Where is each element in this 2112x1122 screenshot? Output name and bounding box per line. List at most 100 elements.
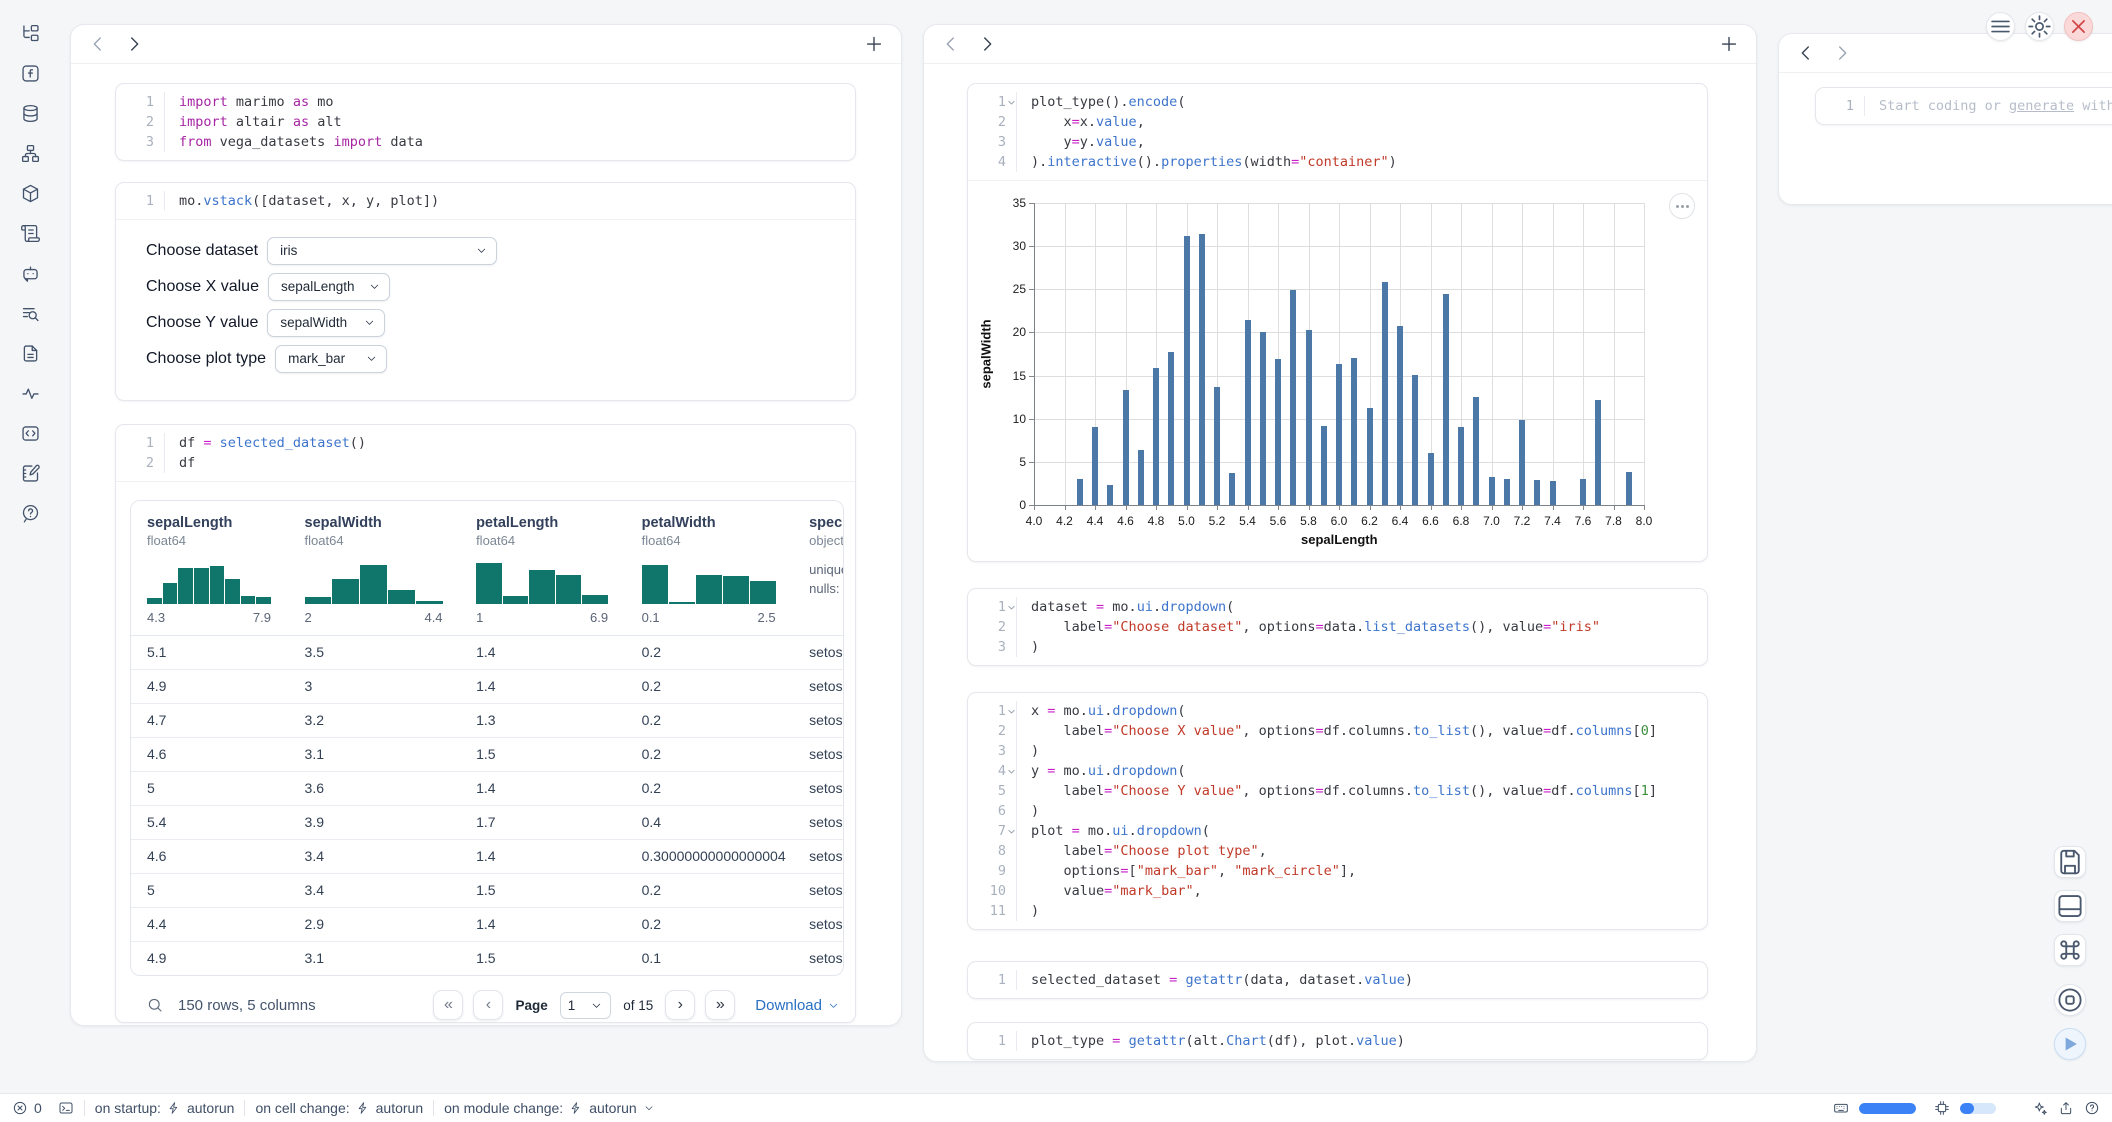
keyboard-shortcuts-button[interactable] — [1833, 1100, 1849, 1116]
code-cell-imports[interactable]: 1import marimo as mo2import altair as al… — [115, 83, 856, 161]
package-icon[interactable] — [13, 180, 47, 206]
help-icon[interactable] — [13, 500, 47, 526]
fold-toggle[interactable] — [1007, 707, 1016, 716]
fold-toggle[interactable] — [1007, 603, 1016, 612]
table-row[interactable]: 4.42.91.40.2setosa — [131, 908, 843, 942]
menu-button[interactable] — [1986, 12, 2015, 41]
error-indicator[interactable]: 0 — [12, 1100, 42, 1116]
altair-chart[interactable]: 4.04.24.44.64.85.05.25.45.65.86.06.26.46… — [968, 181, 1709, 561]
table-row[interactable]: 53.61.40.2setosa — [131, 772, 843, 806]
settings-button[interactable] — [2025, 12, 2054, 41]
activity-icon[interactable] — [13, 380, 47, 406]
app-view-button[interactable] — [2054, 890, 2086, 922]
line-number: 1 — [976, 701, 1017, 721]
documentation-icon[interactable] — [13, 340, 47, 366]
y-value-select[interactable]: sepalWidth — [267, 309, 385, 337]
code-cell-df[interactable]: 1df = selected_dataset()2df sepalLengthf… — [115, 424, 856, 1023]
scroll-left-button[interactable] — [87, 33, 109, 55]
scroll-right-button[interactable] — [123, 33, 145, 55]
line-number: 1 — [976, 970, 1017, 990]
table-cell: 0.2 — [626, 670, 794, 703]
on-module-change-setting[interactable]: on module change: autorun — [444, 1100, 655, 1116]
first-page-button[interactable]: « — [433, 990, 463, 1020]
table-cell: 4.6 — [131, 840, 289, 873]
file-tree-icon[interactable] — [13, 20, 47, 46]
close-panel-button[interactable] — [2064, 12, 2093, 41]
download-button[interactable]: Download — [755, 997, 840, 1014]
table-cell: 1.4 — [460, 908, 626, 941]
stop-button[interactable] — [2054, 984, 2086, 1016]
save-button[interactable] — [2054, 846, 2086, 878]
chevron-down-icon — [643, 1102, 655, 1114]
add-column-button[interactable] — [1718, 33, 1740, 55]
code-cell-plot-type[interactable]: 1plot_type = getattr(alt.Chart(df), plot… — [967, 1022, 1708, 1060]
chevron-down-icon — [827, 999, 840, 1012]
dataset-select[interactable]: iris — [267, 237, 497, 265]
fold-toggle[interactable] — [1007, 827, 1016, 836]
code-cell-selected-dataset[interactable]: 1selected_dataset = getattr(data, datase… — [967, 961, 1708, 999]
database-icon[interactable] — [13, 100, 47, 126]
terminal-button[interactable] — [58, 1100, 74, 1116]
column-name[interactable]: sepalWidth — [305, 515, 461, 531]
column-min: 2 — [305, 610, 312, 625]
scratchpad-icon[interactable] — [13, 460, 47, 486]
cpu-indicator[interactable] — [1934, 1100, 1950, 1116]
scroll-left-button[interactable] — [940, 33, 962, 55]
column-name[interactable]: species — [809, 515, 843, 531]
table-row[interactable]: 5.13.51.40.2setosa — [131, 636, 843, 670]
code-cell-vstack[interactable]: 1mo.vstack([dataset, x, y, plot]) Choose… — [115, 182, 856, 401]
help-button[interactable] — [2084, 1100, 2100, 1116]
layout-icon — [2055, 891, 2085, 921]
table-cell: 0.1 — [626, 942, 794, 975]
on-cell-change-setting[interactable]: on cell change: autorun — [255, 1100, 423, 1116]
run-all-button[interactable] — [2054, 1028, 2086, 1060]
snippets-icon[interactable] — [13, 420, 47, 446]
dependency-graph-icon[interactable] — [13, 140, 47, 166]
column-dtype: float64 — [476, 533, 626, 548]
scroll-left-button[interactable] — [1795, 42, 1817, 64]
chart-menu-button[interactable] — [1669, 193, 1695, 219]
plot-type-select[interactable]: mark_bar — [275, 345, 387, 373]
page-count: of 15 — [623, 998, 653, 1013]
table-row[interactable]: 4.93.11.50.1setosa — [131, 942, 843, 975]
table-row[interactable]: 4.73.21.30.2setosa — [131, 704, 843, 738]
logs-icon[interactable] — [13, 220, 47, 246]
code-cell-dataset[interactable]: 1dataset = mo.ui.dropdown(2 label="Choos… — [967, 588, 1708, 666]
scroll-right-button[interactable] — [976, 33, 998, 55]
command-palette-button[interactable] — [2054, 934, 2086, 966]
last-page-button[interactable]: » — [705, 990, 735, 1020]
add-column-button[interactable] — [863, 33, 885, 55]
table-row[interactable]: 4.63.11.50.2setosa — [131, 738, 843, 772]
share-button[interactable] — [2058, 1100, 2074, 1116]
fold-toggle[interactable] — [1007, 767, 1016, 776]
table-cell: setosa — [793, 874, 843, 907]
table-row[interactable]: 4.63.41.40.30000000000000004setosa — [131, 840, 843, 874]
page-select[interactable]: 1 — [560, 992, 612, 1019]
chevron-down-icon — [363, 316, 376, 329]
column-name[interactable]: petalWidth — [642, 515, 794, 531]
column-name[interactable]: sepalLength — [147, 515, 289, 531]
prev-page-button[interactable]: ‹ — [473, 990, 503, 1020]
table-cell: 4.7 — [131, 704, 289, 737]
cpu-meter[interactable] — [1960, 1103, 1996, 1114]
table-row[interactable]: 53.41.50.2setosa — [131, 874, 843, 908]
ai-button[interactable] — [2032, 1100, 2048, 1116]
code-cell-xyplot[interactable]: 1x = mo.ui.dropdown(2 label="Choose X va… — [967, 692, 1708, 930]
list-search-icon[interactable] — [13, 300, 47, 326]
line-number: 1 — [976, 92, 1017, 112]
scroll-right-button[interactable] — [1831, 42, 1853, 64]
table-row[interactable]: 4.931.40.2setosa — [131, 670, 843, 704]
column-name[interactable]: petalLength — [476, 515, 626, 531]
chat-bot-icon[interactable] — [13, 260, 47, 286]
chart-bar — [1580, 479, 1586, 505]
scratch-cell[interactable]: 1Start coding or generate with — [1815, 87, 2112, 125]
x-value-select[interactable]: sepalLength — [268, 273, 390, 301]
code-cell-chart[interactable]: 1plot_type().encode(2 x=x.value,3 y=y.va… — [967, 83, 1708, 562]
next-page-button[interactable]: › — [665, 990, 695, 1020]
on-startup-setting[interactable]: on startup: autorun — [95, 1100, 235, 1116]
functions-icon[interactable] — [13, 60, 47, 86]
memory-meter[interactable] — [1859, 1103, 1916, 1114]
search-icon[interactable] — [146, 996, 164, 1014]
fold-toggle[interactable] — [1007, 98, 1016, 107]
table-row[interactable]: 5.43.91.70.4setosa — [131, 806, 843, 840]
